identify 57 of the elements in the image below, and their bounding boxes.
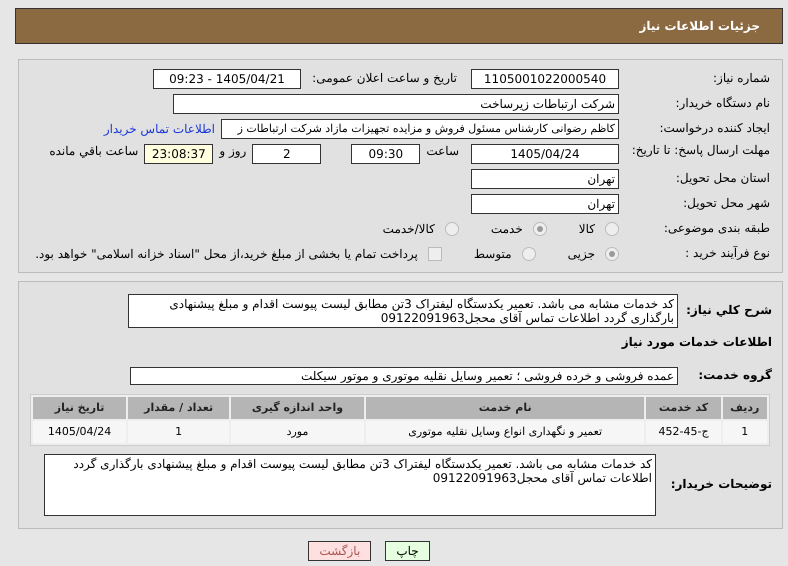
column-header: تعداد / مقدار (128, 396, 230, 419)
days-field: 2 (252, 144, 322, 164)
buyer-contact-link[interactable]: اطلاعات تماس خریدار (104, 122, 215, 136)
province-field: تهران (471, 169, 619, 189)
back-button[interactable]: بازگشت (308, 540, 372, 561)
description-field: کد خدمات مشابه می باشد. تعمیر یکدستگاه لیفتراک 3تن مطابق لیست پیوست اقدام و مبلغ پیشنهادی بارگذاری گردد اطلاعات تماس آقای محجل09122091963 (128, 294, 678, 328)
column-header: تاریخ نیاز (33, 396, 126, 419)
page-title: جزئیات اطلاعات نیاز (639, 19, 760, 33)
deadline-time-field: 09:30 (351, 144, 420, 164)
service-group-field: عمده فروشی و خرده فروشی ؛ تعمیر وسایل نقلیه موتوری و موتور سیکلت (130, 366, 678, 385)
field-label: طبقه بندی موضوعی: (662, 222, 770, 236)
field-label: نوع فرآیند خرید : (684, 247, 770, 261)
radio-button[interactable] (605, 222, 619, 236)
column-header: نام خدمت (366, 396, 644, 419)
table-cell: مورد (231, 420, 364, 443)
field-label: ایجاد کننده درخواست: (658, 122, 770, 136)
buyer-notes-field: کد خدمات مشابه می باشد. تعمیر یکدستگاه لیفتراک 3تن مطابق لیست پیوست اقدام و مبلغ پیشنهادی بارگذاری گردد اطلاعات تماس آقای محجل09122091963 (44, 454, 656, 516)
column-header: ردیف (722, 396, 767, 419)
field-label: مهلت ارسال پاسخ: تا تاریخ: (630, 144, 770, 158)
radio-button[interactable] (605, 247, 619, 261)
field-label: نام دستگاه خریدار: (674, 97, 770, 111)
table-cell: 1 (722, 420, 767, 443)
need-number-field: 1105001022000540 (471, 69, 619, 89)
table-cell: 1405/04/24 (33, 420, 126, 443)
radio-button[interactable] (532, 222, 547, 236)
remaining-time-field: 23:08:37 (144, 144, 214, 164)
table-cell: ج-45-452 (646, 420, 721, 443)
field-label: تاریخ و ساعت اعلان عمومی: (311, 72, 457, 86)
radio-label: کالا (578, 222, 595, 236)
field-label: شماره نیاز: (712, 72, 770, 86)
field-label: توضیحات خریدار: (670, 478, 772, 492)
buyer-name-field: شرکت ارتباطات زیرساخت (173, 94, 619, 114)
radio-label: کالا/خدمت (382, 222, 435, 236)
section-heading: اطلاعات خدمات مورد نیاز (620, 336, 772, 350)
days-label: روز و (219, 144, 246, 158)
checkbox-label: پرداخت تمام یا بخشی از مبلغ خرید،از محل "اسناد خزانه اسلامی" خواهد بود. (35, 247, 418, 261)
field-label: استان محل تحویل: (674, 172, 770, 186)
requester-field: کاظم رضوانی کارشناس مسئول فروش و مزایده تجهیزات مازاد شرکت ارتباطات ز (221, 119, 619, 139)
field-label: شرح کلي نیاز: (685, 304, 772, 318)
print-button[interactable]: چاپ (385, 540, 430, 561)
radio-label: خدمت (490, 222, 523, 236)
remaining-label: ساعت باقي مانده (49, 144, 138, 158)
time-label: ساعت (426, 144, 459, 158)
checkbox[interactable] (428, 247, 442, 261)
column-header: واحد اندازه گیری (231, 396, 364, 419)
table-cell: تعمیر و نگهداری انواع وسایل نقلیه موتوری (366, 420, 644, 443)
column-header: کد خدمت (646, 396, 721, 419)
radio-button[interactable] (522, 247, 536, 261)
radio-button[interactable] (444, 222, 459, 236)
deadline-date-field: 1405/04/24 (471, 144, 619, 164)
field-label: گروه خدمت: (697, 368, 772, 383)
radio-label: جزیی (568, 247, 595, 261)
radio-label: متوسط (474, 247, 512, 261)
field-label: شهر محل تحویل: (682, 197, 770, 211)
table-cell: 1 (128, 420, 230, 443)
city-field: تهران (471, 194, 619, 214)
announce-date-field: 1405/04/21 - 09:23 (153, 69, 301, 89)
